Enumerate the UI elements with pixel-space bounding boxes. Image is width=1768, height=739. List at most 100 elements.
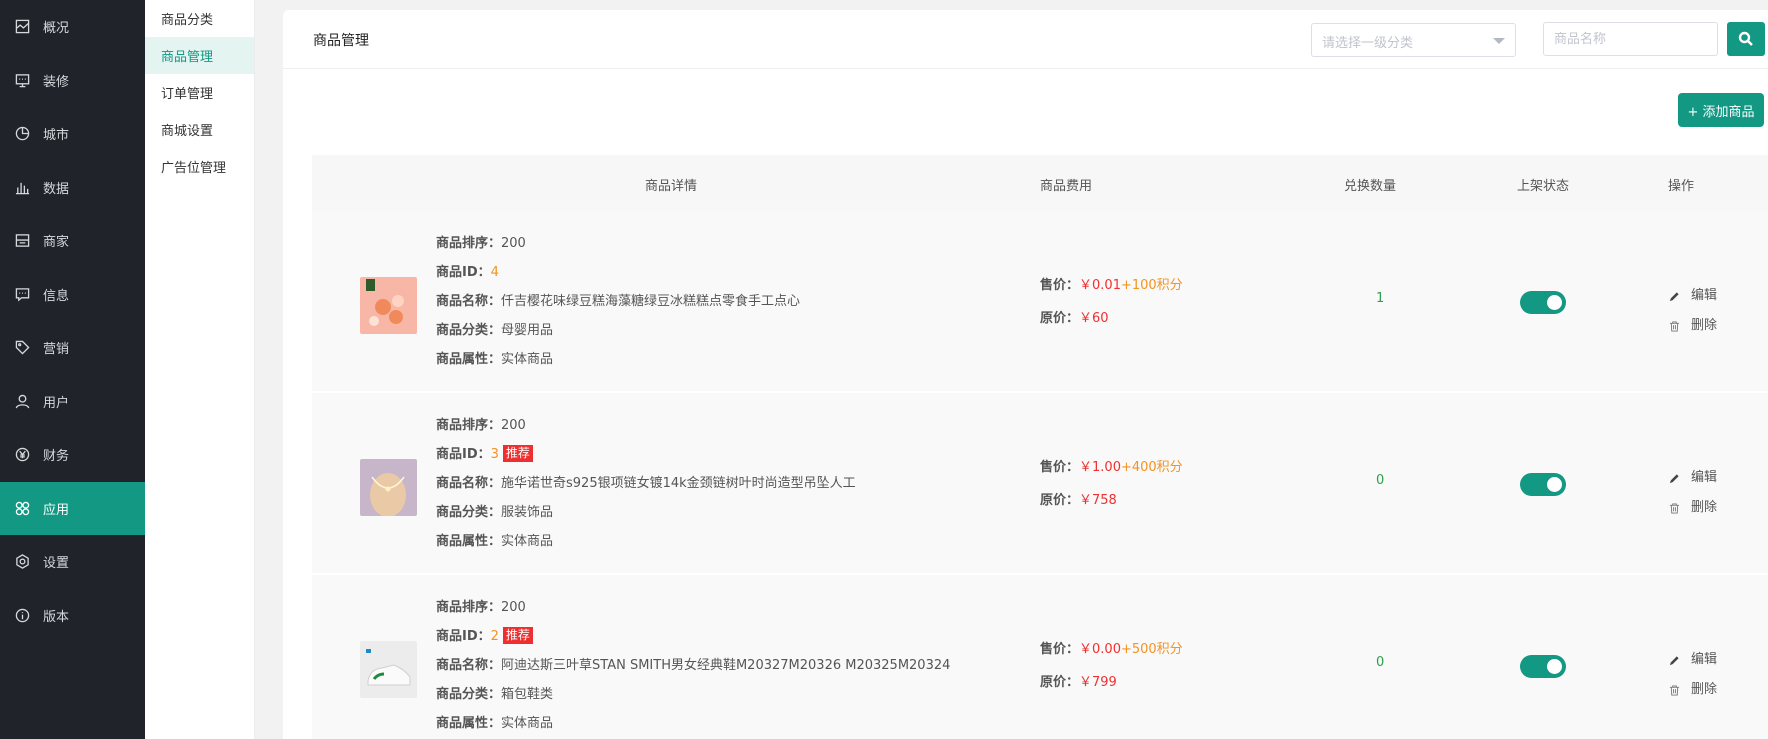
- label-name: 商品名称：: [436, 294, 502, 309]
- toggle-knob: [1547, 477, 1562, 492]
- label-sort: 商品排序：: [436, 236, 502, 251]
- nav-item-finance[interactable]: 财务: [0, 428, 145, 482]
- id-value: 3: [490, 447, 499, 462]
- product-thumbnail: [360, 459, 417, 516]
- subnav-item-category[interactable]: 商品分类: [145, 0, 254, 37]
- search-input[interactable]: [1543, 22, 1718, 56]
- nav-item-marketing[interactable]: 营销: [0, 321, 145, 375]
- label-attr: 商品属性：: [436, 352, 502, 367]
- subnav-item-mall-settings[interactable]: 商城设置: [145, 111, 254, 148]
- label-category: 商品分类：: [436, 505, 502, 520]
- table-header: 商品详情 商品费用 兑换数量 上架状态 操作: [312, 155, 1768, 211]
- chart-icon: [14, 179, 30, 195]
- tag-icon: [14, 340, 30, 356]
- orig-price: ￥799: [1079, 675, 1117, 690]
- category-select[interactable]: 请选择一级分类: [1311, 23, 1516, 57]
- edit-label: 编辑: [1691, 470, 1718, 485]
- exchange-count: 1: [1376, 291, 1385, 306]
- add-goods-button[interactable]: + 添加商品: [1678, 93, 1764, 127]
- nav-label: 营销: [43, 342, 70, 358]
- pencil-icon: [1669, 473, 1679, 483]
- attr-value: 实体商品: [501, 534, 554, 549]
- product-price: 售价：￥1.00+400积分 原价：￥758: [1040, 451, 1183, 517]
- label-id: 商品ID：: [436, 265, 491, 280]
- recommend-badge: 推荐: [502, 627, 533, 644]
- delete-label: 删除: [1691, 682, 1718, 697]
- name-value: 施华诺世奇s925银项链女镀14k金颈链树叶时尚造型吊坠人工: [501, 476, 856, 491]
- nav-item-merchant[interactable]: 商家: [0, 214, 145, 268]
- orig-price: ￥60: [1079, 311, 1109, 326]
- delete-button[interactable]: 删除: [1669, 675, 1717, 705]
- merchant-icon: [14, 233, 30, 249]
- nav-item-apps[interactable]: 应用: [0, 481, 145, 535]
- edit-button[interactable]: 编辑: [1669, 463, 1717, 493]
- delete-label: 删除: [1691, 500, 1718, 515]
- goods-panel: 商品管理 请选择一级分类 + 添加商品 商品详情 商品费用 兑换数量 上架状态 …: [283, 10, 1768, 739]
- nav-label: 应用: [43, 502, 70, 518]
- shelf-status-toggle[interactable]: [1520, 655, 1566, 678]
- pencil-icon: [1669, 291, 1679, 301]
- nav-item-data[interactable]: 数据: [0, 161, 145, 215]
- nav-item-overview[interactable]: 概况: [0, 0, 145, 54]
- nav-label: 财务: [43, 449, 70, 465]
- nav-item-message[interactable]: 信息: [0, 268, 145, 322]
- table-row: 商品排序：200 商品ID：3 推荐 商品名称：施华诺世奇s925银项链女镀14k…: [312, 393, 1768, 575]
- column-header-price: 商品费用: [1040, 179, 1093, 194]
- product-details: 商品排序：200 商品ID：2 推荐 商品名称：阿迪达斯三叶草STAN SMITH…: [436, 593, 950, 738]
- label-orig-price: 原价：: [1040, 493, 1080, 508]
- row-actions: 编辑 删除: [1669, 281, 1717, 341]
- trash-icon: [1669, 502, 1680, 514]
- category-value: 母婴用品: [501, 323, 554, 338]
- edit-button[interactable]: 编辑: [1669, 281, 1717, 311]
- subnav-item-orders[interactable]: 订单管理: [145, 74, 254, 111]
- message-icon: [14, 286, 30, 302]
- nav-item-settings[interactable]: 设置: [0, 535, 145, 589]
- edit-button[interactable]: 编辑: [1669, 645, 1717, 675]
- label-id: 商品ID：: [436, 447, 491, 462]
- name-value: 仟吉樱花味绿豆糕海藻糖绿豆冰糕糕点零食手工点心: [501, 294, 801, 309]
- points: +500积分: [1120, 642, 1183, 657]
- attr-value: 实体商品: [501, 352, 554, 367]
- shelf-status-toggle[interactable]: [1520, 473, 1566, 496]
- nav-item-user[interactable]: 用户: [0, 375, 145, 429]
- sale-price: ￥0.00: [1079, 642, 1121, 657]
- sale-price: ￥0.01: [1079, 278, 1121, 293]
- trash-icon: [1669, 684, 1680, 696]
- label-name: 商品名称：: [436, 658, 502, 673]
- delete-button[interactable]: 删除: [1669, 493, 1717, 523]
- sort-value: 200: [501, 600, 526, 615]
- nav-label: 商家: [43, 235, 70, 251]
- goods-table: 商品详情 商品费用 兑换数量 上架状态 操作 商品排序：200 商品ID：4 商…: [312, 155, 1768, 739]
- subnav-item-goods[interactable]: 商品管理: [145, 37, 254, 74]
- nav-item-decorate[interactable]: 装修: [0, 54, 145, 108]
- attr-value: 实体商品: [501, 716, 554, 731]
- delete-button[interactable]: 删除: [1669, 311, 1717, 341]
- label-sort: 商品排序：: [436, 600, 502, 615]
- column-header-count: 兑换数量: [1344, 179, 1397, 194]
- main-sidebar: 概况 装修 城市 数据 商家 信息 营销 用户 财务 应用 设置 版本: [0, 0, 145, 739]
- label-id: 商品ID：: [436, 629, 491, 644]
- sale-price: ￥1.00: [1079, 460, 1121, 475]
- toggle-knob: [1547, 659, 1562, 674]
- label-attr: 商品属性：: [436, 716, 502, 731]
- edit-label: 编辑: [1691, 288, 1718, 303]
- category-select-placeholder: 请选择一级分类: [1322, 36, 1414, 51]
- delete-label: 删除: [1691, 318, 1718, 333]
- sort-value: 200: [501, 418, 526, 433]
- apps-icon: [14, 500, 30, 516]
- table-row: 商品排序：200 商品ID：2 推荐 商品名称：阿迪达斯三叶草STAN SMITH…: [312, 575, 1768, 739]
- nav-label: 用户: [43, 395, 70, 411]
- nav-item-version[interactable]: 版本: [0, 589, 145, 643]
- overview-icon: [14, 19, 30, 35]
- shelf-status-toggle[interactable]: [1520, 291, 1566, 314]
- product-price: 售价：￥0.01+100积分 原价：￥60: [1040, 269, 1183, 335]
- label-attr: 商品属性：: [436, 534, 502, 549]
- label-category: 商品分类：: [436, 323, 502, 338]
- column-header-actions: 操作: [1668, 179, 1695, 194]
- orig-price: ￥758: [1079, 493, 1117, 508]
- nav-item-city[interactable]: 城市: [0, 107, 145, 161]
- edit-label: 编辑: [1691, 652, 1718, 667]
- subnav-item-ads[interactable]: 广告位管理: [145, 148, 254, 185]
- search-button[interactable]: [1727, 22, 1765, 56]
- label-name: 商品名称：: [436, 476, 502, 491]
